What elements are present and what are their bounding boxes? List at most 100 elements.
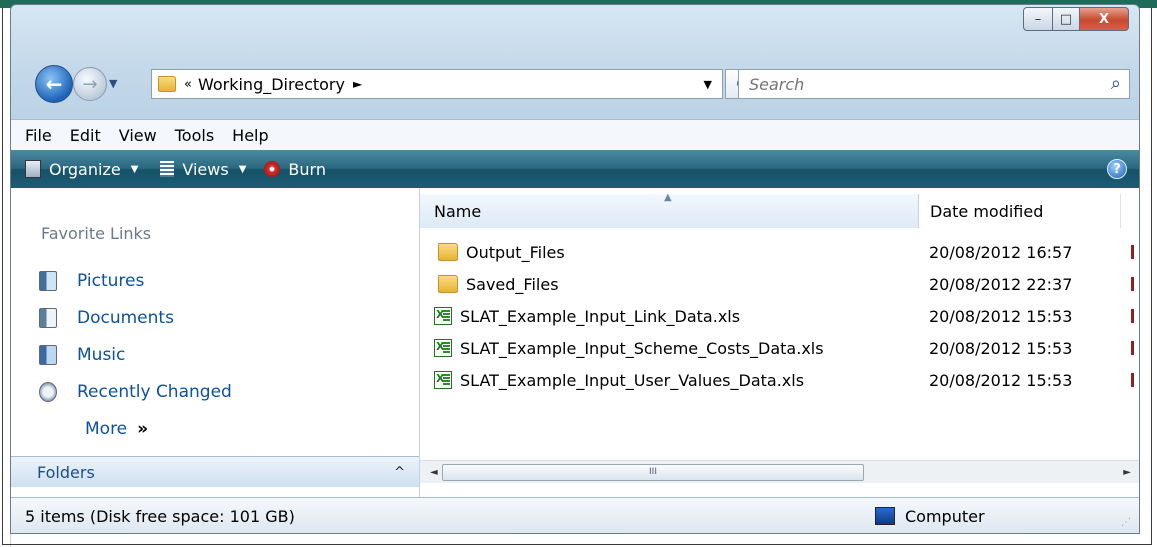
status-bar: 5 items (Disk free space: 101 GB) Comput… (11, 497, 1139, 533)
file-name: SLAT_Example_Input_User_Values_Data.xls (460, 370, 805, 390)
back-button[interactable]: ← (35, 65, 73, 103)
documents-icon (39, 307, 57, 328)
address-bar[interactable]: « Working_Directory ► ▼ (151, 69, 723, 99)
favorite-link-recently-changed[interactable]: Recently Changed (39, 373, 232, 410)
file-name: SLAT_Example_Input_Scheme_Costs_Data.xls (460, 338, 824, 358)
folder-icon (438, 243, 458, 261)
table-row[interactable]: SLAT_Example_Input_Link_Data.xls 20/08/2… (420, 300, 1134, 332)
forward-arrow-icon: → (82, 73, 98, 95)
scroll-left-icon[interactable]: ◄ (430, 467, 438, 478)
scrollbar-thumb[interactable]: III (442, 464, 864, 481)
column-header-name[interactable]: ▲ Name (420, 192, 919, 228)
recent-pages-dropdown[interactable]: ▼ (109, 77, 117, 90)
folders-toggle[interactable]: Folders ^ (11, 456, 419, 487)
excel-file-icon (434, 339, 452, 357)
favorite-link-pictures[interactable]: Pictures (39, 262, 232, 299)
table-row[interactable]: SLAT_Example_Input_Scheme_Costs_Data.xls… (420, 332, 1134, 364)
table-row[interactable]: Saved_Files 20/08/2012 22:37 (420, 268, 1134, 300)
menu-edit[interactable]: Edit (70, 126, 101, 145)
favorite-links-heading: Favorite Links (41, 224, 152, 243)
search-icon[interactable]: ⌕ (1111, 73, 1121, 94)
caption-buttons: – □ X (1023, 7, 1129, 31)
table-row[interactable]: SLAT_Example_Input_User_Values_Data.xls … (420, 364, 1134, 396)
music-icon (39, 344, 57, 365)
address-dropdown[interactable]: ▼ (704, 78, 712, 91)
folder-icon (438, 275, 458, 293)
menu-bar: File Edit View Tools Help (11, 119, 1139, 150)
favorite-links-list: Pictures Documents Music Recently Change… (39, 262, 232, 447)
search-box[interactable]: ⌕ (738, 69, 1130, 99)
menu-tools[interactable]: Tools (175, 126, 214, 145)
excel-file-icon (434, 307, 452, 325)
file-list-pane: ▲ Name Date modified Output_Files 20/08/… (420, 188, 1139, 497)
favorite-link-documents[interactable]: Documents (39, 299, 232, 336)
file-name: SLAT_Example_Input_Link_Data.xls (460, 306, 741, 326)
organize-label: Organize (49, 159, 121, 179)
more-label: More (85, 418, 128, 439)
file-name: Output_Files (466, 242, 565, 262)
status-location-label: Computer (905, 506, 985, 526)
column-header-date-modified[interactable]: Date modified (919, 194, 1121, 228)
content-area: Favorite Links Pictures Documents Music … (11, 188, 1139, 497)
forward-button[interactable]: → (73, 67, 107, 101)
minimize-button[interactable]: – (1023, 7, 1053, 31)
table-row[interactable]: Output_Files 20/08/2012 16:57 (420, 236, 1134, 268)
sort-ascending-icon: ▲ (664, 192, 672, 203)
favorite-link-label: Music (77, 344, 126, 365)
breadcrumb-working-directory[interactable]: Working_Directory (198, 75, 345, 94)
more-links[interactable]: More » (85, 410, 232, 447)
column-header-label: Name (434, 201, 482, 221)
scroll-right-icon[interactable]: ► (1123, 467, 1131, 478)
views-button[interactable]: Views ▼ (160, 160, 246, 179)
help-icon[interactable]: ? (1107, 159, 1127, 179)
file-date: 20/08/2012 22:37 (929, 274, 1073, 294)
maximize-button[interactable]: □ (1053, 7, 1080, 31)
burn-disc-icon (264, 161, 281, 177)
computer-icon (875, 507, 895, 525)
close-button[interactable]: X (1080, 7, 1129, 31)
breadcrumb-arrow[interactable]: ► (353, 77, 362, 91)
recently-changed-icon (39, 381, 57, 402)
excel-file-icon (434, 371, 452, 389)
file-date: 20/08/2012 16:57 (929, 242, 1073, 262)
navigation-pane: Favorite Links Pictures Documents Music … (11, 188, 420, 497)
resize-grip-icon[interactable]: ⋰ (1121, 517, 1131, 528)
chevron-down-icon: ▼ (238, 163, 247, 175)
views-label: Views (182, 159, 229, 179)
status-location: Computer (875, 507, 985, 526)
menu-help[interactable]: Help (232, 126, 268, 145)
folders-label: Folders (37, 462, 95, 482)
folder-icon (158, 76, 176, 92)
column-header-label: Date modified (930, 201, 1044, 221)
menu-file[interactable]: File (25, 126, 52, 145)
column-headers: ▲ Name Date modified (420, 192, 1139, 228)
truncated-column-marker (1131, 277, 1134, 291)
organize-button[interactable]: Organize ▼ (25, 160, 138, 179)
file-name: Saved_Files (466, 274, 559, 294)
truncated-column-marker (1131, 341, 1134, 355)
favorite-link-music[interactable]: Music (39, 336, 232, 373)
double-chevron-icon: » (137, 418, 149, 439)
file-rows: Output_Files 20/08/2012 16:57 Saved_File… (420, 236, 1134, 396)
truncated-column-marker (1131, 373, 1134, 387)
truncated-column-marker (1131, 245, 1134, 259)
command-bar: Organize ▼ Views ▼ Burn ? (11, 150, 1139, 188)
search-input[interactable] (747, 73, 1071, 95)
chevron-up-icon: ^ (394, 464, 405, 480)
back-arrow-icon: ← (45, 72, 63, 96)
pictures-icon (39, 270, 57, 291)
status-items-text: 5 items (Disk free space: 101 GB) (25, 506, 295, 526)
explorer-window: – □ X ← → ▼ « Working_Directory ► ▼ ↺ ⌕ … (10, 4, 1140, 534)
chevron-down-icon: ▼ (130, 163, 139, 175)
file-date: 20/08/2012 15:53 (929, 370, 1073, 390)
truncated-column-marker (1131, 309, 1134, 323)
favorite-link-label: Pictures (77, 270, 145, 291)
menu-view[interactable]: View (119, 126, 157, 145)
horizontal-scrollbar[interactable]: ◄ III ► (420, 460, 1139, 483)
file-date: 20/08/2012 15:53 (929, 338, 1073, 358)
burn-button[interactable]: Burn (264, 160, 326, 179)
favorite-link-label: Recently Changed (77, 381, 232, 402)
favorite-link-label: Documents (77, 307, 174, 328)
breadcrumb-overflow[interactable]: « (184, 77, 192, 92)
navigation-bar: ← → ▼ « Working_Directory ► ▼ ↺ ⌕ (11, 63, 1139, 103)
